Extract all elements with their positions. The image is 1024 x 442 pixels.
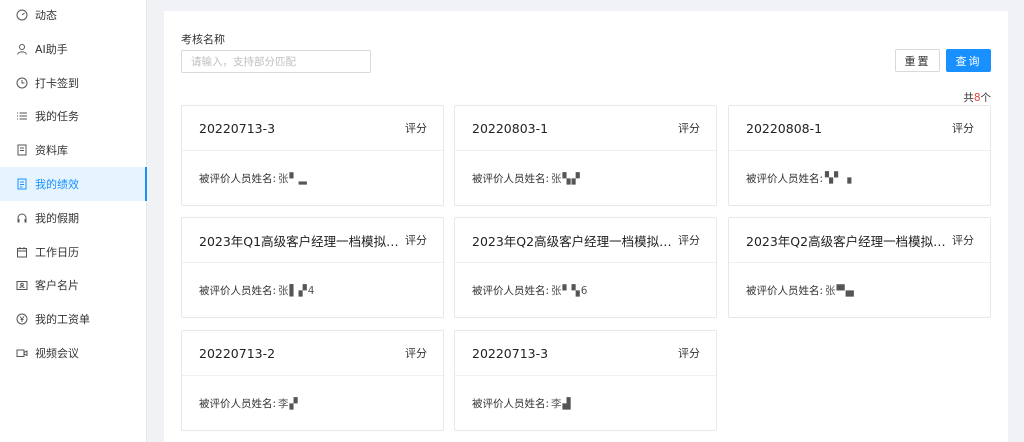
card-body: 被评价人员姓名: 李▟: [455, 376, 716, 430]
card-title: 2023年Q1高级客户经理一档模拟利润...: [199, 233, 399, 249]
sidebar-item-label: 我的假期: [35, 212, 79, 225]
card-header: 2023年Q2高级客户经理一档模拟利润... 评分: [455, 218, 716, 263]
list-icon: [16, 110, 28, 122]
score-button[interactable]: 评分: [405, 120, 427, 136]
main-panel: 考核名称 重置 查询 共8个 20220713-3 评分 被评价人员姓名: 张▘…: [164, 11, 1008, 442]
assessment-card[interactable]: 20220713-2 评分 被评价人员姓名: 李▞: [181, 330, 444, 431]
evaluatee-name: 李▞: [278, 397, 299, 410]
card-header: 20220803-1 评分: [455, 106, 716, 151]
card-title: 20220713-3: [472, 345, 549, 361]
assessment-card[interactable]: 2023年Q2高级客户经理一档模拟利润... 评分 被评价人员姓名: 张▀▄: [728, 217, 991, 318]
assessment-card[interactable]: 20220713-3 评分 被评价人员姓名: 张▘▂: [181, 105, 444, 206]
report-icon: [16, 178, 28, 190]
sidebar-item-customer-cards[interactable]: 客户名片: [0, 268, 147, 302]
total-count: 共8个: [963, 90, 991, 105]
card-body: 被评价人员姓名: 李▞: [182, 376, 443, 430]
evaluatee-label: 被评价人员姓名:: [472, 397, 550, 410]
total-number: 8: [973, 92, 981, 104]
assessment-card[interactable]: 2023年Q2高级客户经理一档模拟利润... 评分 被评价人员姓名: 张▘▚6: [454, 217, 717, 318]
card-body: 被评价人员姓名: 张▀▄: [729, 263, 990, 317]
evaluatee-name: 张▘▂: [278, 172, 308, 185]
sidebar-item-ai-assistant[interactable]: AI助手: [0, 32, 147, 66]
sidebar-item-label: 工作日历: [35, 246, 79, 259]
sidebar-item-my-performance[interactable]: 我的绩效: [0, 167, 147, 201]
evaluatee-name: 张▀▄: [825, 284, 855, 297]
reset-button[interactable]: 重置: [895, 49, 940, 72]
sidebar-item-video-meeting[interactable]: 视频会议: [0, 336, 147, 370]
assessment-card[interactable]: 20220713-3 评分 被评价人员姓名: 李▟: [454, 330, 717, 431]
search-input[interactable]: [181, 50, 371, 73]
sidebar-item-label: 我的任务: [35, 110, 79, 123]
card-header: 2023年Q1高级客户经理一档模拟利润... 评分: [182, 218, 443, 263]
score-button[interactable]: 评分: [952, 120, 974, 136]
clock-icon: [16, 77, 28, 89]
score-button[interactable]: 评分: [678, 232, 700, 248]
headphones-icon: [16, 212, 28, 224]
sidebar-item-my-tasks[interactable]: 我的任务: [0, 99, 147, 133]
evaluatee-label: 被评价人员姓名:: [472, 172, 550, 185]
total-prefix: 共: [963, 92, 974, 104]
card-header: 20220713-3 评分: [455, 331, 716, 376]
card-body: 被评价人员姓名: 张▌▞4: [182, 263, 443, 317]
card-header: 2023年Q2高级客户经理一档模拟利润... 评分: [729, 218, 990, 263]
evaluatee-label: 被评价人员姓名:: [199, 397, 277, 410]
assessment-card[interactable]: 20220808-1 评分 被评价人员姓名: ▚▘▗: [728, 105, 991, 206]
sidebar-item-dynamics[interactable]: 动态: [0, 0, 147, 32]
dashboard-icon: [16, 9, 28, 21]
card-header: 20220713-2 评分: [182, 331, 443, 376]
card-body: 被评价人员姓名: 张▘▚6: [455, 263, 716, 317]
evaluatee-label: 被评价人员姓名:: [199, 284, 277, 297]
score-button[interactable]: 评分: [952, 232, 974, 248]
evaluatee-name: 张▘▚6: [551, 284, 589, 297]
evaluatee-label: 被评价人员姓名:: [746, 284, 824, 297]
score-button[interactable]: 评分: [405, 345, 427, 361]
evaluatee-name: ▚▘▗: [825, 172, 853, 184]
card-body: 被评价人员姓名: ▚▘▗: [729, 151, 990, 205]
assessment-card[interactable]: 20220803-1 评分 被评价人员姓名: 张▚▞: [454, 105, 717, 206]
query-button[interactable]: 查询: [946, 49, 991, 72]
card-title: 20220808-1: [746, 120, 823, 136]
card-header: 20220713-3 评分: [182, 106, 443, 151]
sidebar-item-label: 客户名片: [35, 279, 79, 292]
card-header: 20220808-1 评分: [729, 106, 990, 151]
score-button[interactable]: 评分: [405, 232, 427, 248]
evaluatee-label: 被评价人员姓名:: [472, 284, 550, 297]
card-body: 被评价人员姓名: 张▚▞: [455, 151, 716, 205]
sidebar: 动态 AI助手 打卡签到 我的任务 资料库 我的绩效 我的假期 工作日历 客户名…: [0, 0, 147, 442]
evaluatee-name: 张▚▞: [551, 172, 581, 185]
score-button[interactable]: 评分: [678, 120, 700, 136]
sidebar-item-payslip[interactable]: 我的工资单: [0, 302, 147, 336]
sidebar-item-label: 我的工资单: [35, 313, 90, 326]
evaluatee-label: 被评价人员姓名:: [746, 172, 824, 185]
sidebar-item-label: 打卡签到: [35, 77, 79, 90]
sidebar-item-label: 我的绩效: [35, 178, 79, 191]
card-title: 20220713-2: [199, 345, 276, 361]
card-title: 2023年Q2高级客户经理一档模拟利润...: [746, 233, 946, 249]
user-icon: [16, 43, 28, 55]
card-title: 20220803-1: [472, 120, 549, 136]
sidebar-item-work-calendar[interactable]: 工作日历: [0, 235, 147, 269]
score-button[interactable]: 评分: [678, 345, 700, 361]
sidebar-item-label: 视频会议: [35, 347, 79, 360]
evaluatee-name: 李▟: [551, 397, 572, 410]
card-title: 20220713-3: [199, 120, 276, 136]
sidebar-item-label: AI助手: [35, 43, 68, 56]
assessment-card[interactable]: 2023年Q1高级客户经理一档模拟利润... 评分 被评价人员姓名: 张▌▞4: [181, 217, 444, 318]
document-icon: [16, 144, 28, 156]
contact-card-icon: [16, 279, 28, 291]
filter-label: 考核名称: [181, 33, 225, 46]
calendar-icon: [16, 246, 28, 258]
sidebar-item-label: 动态: [35, 9, 57, 22]
evaluatee-name: 张▌▞4: [278, 284, 316, 297]
evaluatee-label: 被评价人员姓名:: [199, 172, 277, 185]
video-icon: [16, 347, 28, 359]
sidebar-item-label: 资料库: [35, 144, 68, 157]
yen-icon: [16, 313, 28, 325]
card-body: 被评价人员姓名: 张▘▂: [182, 151, 443, 205]
sidebar-item-library[interactable]: 资料库: [0, 133, 147, 167]
total-suffix: 个: [980, 92, 992, 104]
sidebar-item-check-in[interactable]: 打卡签到: [0, 66, 147, 100]
card-title: 2023年Q2高级客户经理一档模拟利润...: [472, 233, 672, 249]
sidebar-item-my-leave[interactable]: 我的假期: [0, 201, 147, 235]
